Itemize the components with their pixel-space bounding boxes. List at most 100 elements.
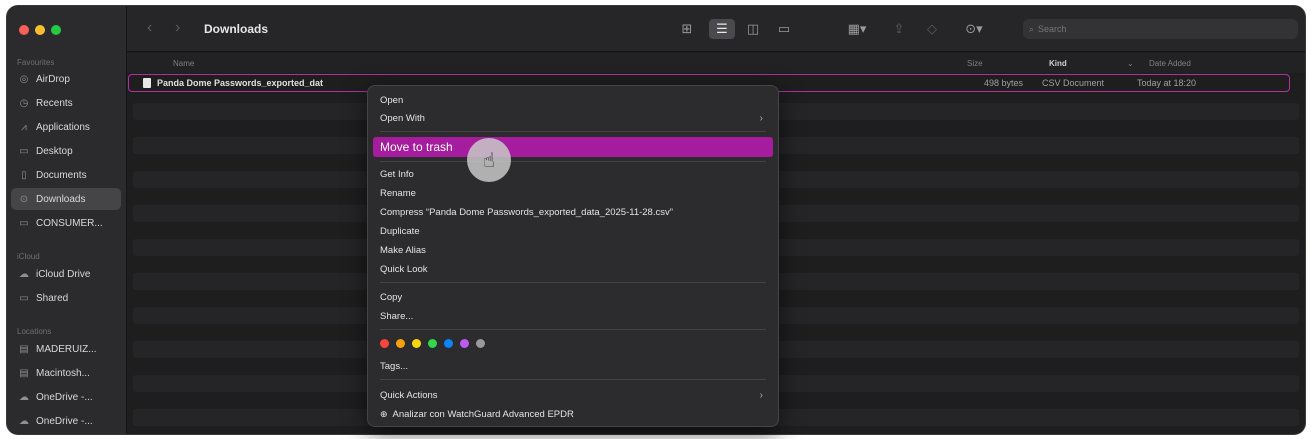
airdrop-icon: ◎: [19, 73, 29, 85]
context-menu: Open Open With › Move to trash Get Info R…: [367, 85, 779, 427]
file-date-added: Today at 18:20: [1137, 78, 1197, 88]
sidebar-item-label: MADERUIZ...: [36, 343, 97, 355]
cloud-icon: ☁: [19, 391, 29, 403]
cloud-icon: ☁: [19, 415, 29, 427]
menu-item-compress[interactable]: Compress “Panda Dome Passwords_exported_…: [373, 203, 773, 221]
toolbar: ‹ › Downloads ⊞ ☰ ◫ ▭ ▦▾ ⇪ ◇ ⊙▾ ⌕ Search: [127, 6, 1305, 52]
file-size: 498 bytes: [984, 78, 1024, 88]
sidebar-item-icloud-drive[interactable]: ☁ iCloud Drive: [11, 263, 121, 285]
disk-icon: ▤: [19, 367, 29, 379]
window-title: Downloads: [204, 22, 269, 36]
drive-icon: ▤: [19, 343, 29, 355]
search-field[interactable]: ⌕ Search: [1023, 19, 1298, 39]
sidebar-item-maderuiz[interactable]: ▤ MADERUIZ...: [11, 338, 121, 360]
menu-item-quick-look[interactable]: Quick Look: [373, 260, 773, 278]
tag-color-dot[interactable]: [396, 339, 405, 348]
minimize-button[interactable]: [35, 25, 45, 35]
icon-view-icon[interactable]: ⊞: [677, 19, 697, 39]
sidebar-item-label: AirDrop: [36, 73, 70, 85]
tag-color-dot[interactable]: [412, 339, 421, 348]
file-name: Panda Dome Passwords_exported_dat: [157, 78, 324, 88]
menu-item-analyze-watchguard[interactable]: ⊕ Analizar con WatchGuard Advanced EPDR: [373, 405, 773, 423]
column-date-added[interactable]: Date Added: [1149, 59, 1191, 68]
menu-item-copy[interactable]: Copy: [373, 288, 773, 306]
zoom-button[interactable]: [51, 25, 61, 35]
tag-color-row: [380, 339, 485, 348]
column-kind[interactable]: Kind: [1049, 59, 1067, 68]
sidebar-item-applications[interactable]: ⩘ Applications: [11, 116, 121, 138]
applications-icon: ⩘: [21, 121, 27, 133]
share-icon[interactable]: ⇪: [889, 19, 909, 39]
group-by-icon[interactable]: ▦▾: [840, 19, 874, 39]
pointer-hand-icon: ☝: [467, 138, 511, 182]
search-icon: ⌕: [1029, 23, 1035, 34]
sidebar-item-label: Downloads: [36, 193, 86, 205]
sidebar-section-locations: Locations: [17, 327, 52, 336]
back-icon[interactable]: ‹: [147, 19, 152, 37]
tag-color-dot[interactable]: [380, 339, 389, 348]
sidebar-item-shared[interactable]: ▭ Shared: [11, 287, 121, 309]
sidebar-item-label: Shared: [36, 292, 69, 304]
sidebar-item-recents[interactable]: ◷ Recents: [11, 92, 121, 114]
forward-icon[interactable]: ›: [175, 19, 180, 37]
sidebar-section-icloud: iCloud: [17, 252, 40, 261]
sidebar-item-onedrive[interactable]: ☁ OneDrive -...: [11, 410, 121, 432]
folder-icon: ▭: [19, 217, 29, 229]
menu-item-share[interactable]: Share...: [373, 307, 773, 325]
menu-item-rename[interactable]: Rename: [373, 184, 773, 202]
search-placeholder: Search: [1038, 24, 1067, 34]
sidebar: Favourites ◎ AirDrop ◷ Recents ⩘ Applications…: [7, 6, 127, 434]
tag-color-dot[interactable]: [476, 339, 485, 348]
sidebar-item-label: OneDrive -...: [36, 391, 93, 403]
sidebar-item-label: Recents: [36, 97, 73, 109]
sidebar-item-label: Documents: [36, 169, 87, 181]
shared-folder-icon: ▭: [19, 292, 29, 304]
list-view-icon[interactable]: ☰: [709, 19, 735, 39]
column-view-icon[interactable]: ◫: [741, 19, 765, 39]
sidebar-item-downloads[interactable]: ⊙ Downloads: [11, 188, 121, 210]
tag-color-dot[interactable]: [460, 339, 469, 348]
menu-item-make-alias[interactable]: Make Alias: [373, 241, 773, 259]
tag-color-dot[interactable]: [444, 339, 453, 348]
cloud-icon: ☁: [19, 268, 29, 280]
column-header: Name Size Kind ⌄ Date Added: [127, 53, 1305, 73]
sidebar-item-label: iCloud Drive: [36, 268, 91, 280]
menu-item-open-with[interactable]: Open With ›: [373, 109, 773, 127]
file-kind: CSV Document: [1042, 78, 1105, 88]
menu-item-get-info[interactable]: Get Info: [373, 165, 773, 183]
sidebar-item-consumer[interactable]: ▭ CONSUMER...: [11, 212, 121, 234]
clock-icon: ◷: [19, 97, 29, 109]
close-button[interactable]: [19, 25, 29, 35]
sidebar-item-label: Macintosh...: [36, 367, 90, 379]
desktop-icon: ▭: [19, 145, 29, 157]
sidebar-item-label: Applications: [36, 121, 90, 133]
sidebar-item-onedrive[interactable]: ☁ OneDrive -...: [11, 386, 121, 408]
menu-item-open[interactable]: Open: [373, 91, 773, 109]
menu-item-duplicate[interactable]: Duplicate: [373, 222, 773, 240]
watchguard-icon: ⊕: [380, 408, 388, 419]
sidebar-item-macintosh[interactable]: ▤ Macintosh...: [11, 362, 121, 384]
sidebar-item-label: CONSUMER...: [36, 217, 103, 229]
column-name[interactable]: Name: [173, 59, 194, 68]
menu-item-tags[interactable]: Tags...: [373, 357, 773, 375]
sidebar-item-documents[interactable]: ▯ Documents: [11, 164, 121, 186]
tag-icon[interactable]: ◇: [922, 19, 942, 39]
column-size[interactable]: Size: [967, 59, 983, 68]
chevron-right-icon: ›: [759, 389, 763, 401]
gallery-view-icon[interactable]: ▭: [772, 19, 796, 39]
menu-item-move-to-trash[interactable]: Move to trash: [373, 137, 773, 157]
sidebar-item-label: OneDrive -...: [36, 415, 93, 427]
more-actions-icon[interactable]: ⊙▾: [957, 19, 991, 39]
sidebar-item-desktop[interactable]: ▭ Desktop: [11, 140, 121, 162]
sidebar-item-airdrop[interactable]: ◎ AirDrop: [11, 68, 121, 90]
menu-item-quick-actions[interactable]: Quick Actions ›: [373, 386, 773, 404]
window-controls: [19, 25, 61, 35]
sidebar-section-favourites: Favourites: [17, 58, 55, 67]
sidebar-item-label: Desktop: [36, 145, 73, 157]
sort-chevron-icon: ⌄: [1127, 59, 1134, 68]
csv-file-icon: [143, 78, 151, 88]
document-icon: ▯: [21, 169, 27, 181]
tag-color-dot[interactable]: [428, 339, 437, 348]
chevron-right-icon: ›: [759, 112, 763, 124]
downloads-icon: ⊙: [19, 193, 29, 205]
